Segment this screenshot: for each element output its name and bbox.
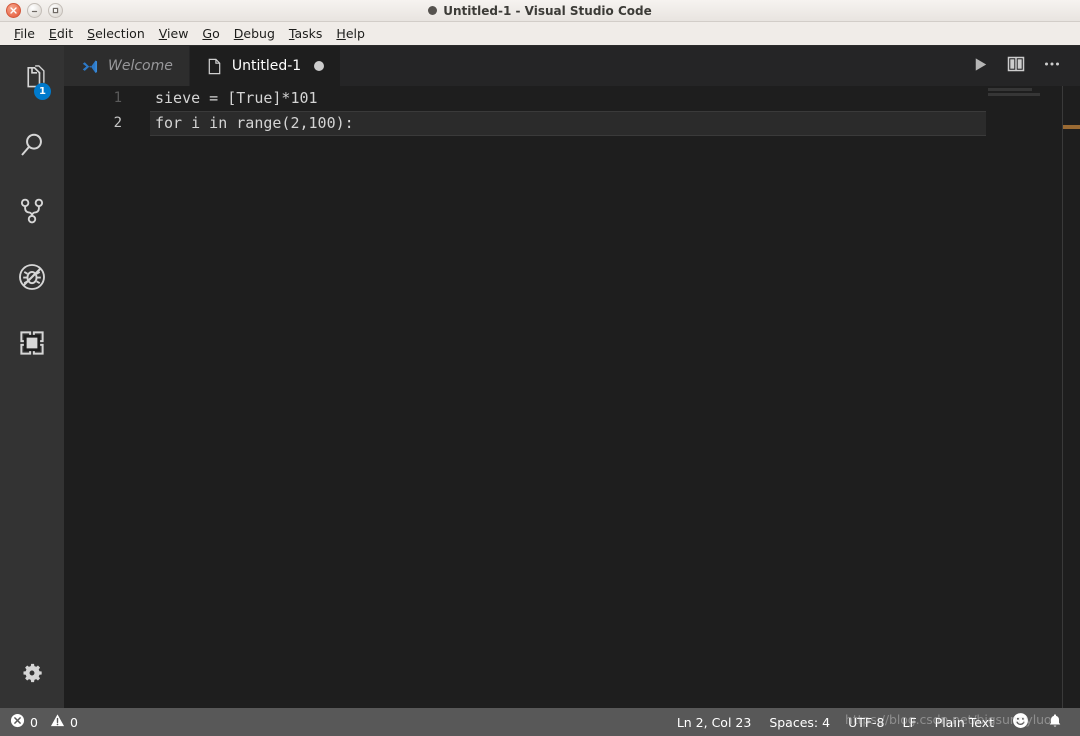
vscode-window: Untitled-1 - Visual Studio Code File Edi… xyxy=(0,0,1080,736)
split-editor-button[interactable] xyxy=(1002,52,1030,80)
overview-ruler[interactable] xyxy=(1062,86,1080,708)
language-mode-status[interactable]: Plain Text xyxy=(926,708,1003,736)
activitybar: 1 xyxy=(0,46,64,708)
bell-icon xyxy=(1047,713,1063,732)
editor-group: Welcome Untitled-1 xyxy=(64,46,1080,708)
source-control-icon xyxy=(17,196,47,226)
window-title: Untitled-1 - Visual Studio Code xyxy=(0,4,1080,18)
line-number: 2 xyxy=(64,111,122,136)
minimap[interactable] xyxy=(986,86,1062,708)
search-icon xyxy=(16,129,48,161)
activitybar-item-explorer[interactable]: 1 xyxy=(0,46,64,112)
tabbar: Welcome Untitled-1 xyxy=(64,46,1080,86)
tab-dirty-indicator-icon[interactable] xyxy=(314,61,324,71)
cursor-position-status[interactable]: Ln 2, Col 23 xyxy=(668,708,761,736)
minimize-button[interactable] xyxy=(27,3,42,18)
menu-selection[interactable]: Selection xyxy=(80,24,152,43)
error-count: 0 xyxy=(30,715,38,730)
maximize-button[interactable] xyxy=(48,3,63,18)
activitybar-item-search[interactable] xyxy=(0,112,64,178)
activitybar-item-source-control[interactable] xyxy=(0,178,64,244)
titlebar: Untitled-1 - Visual Studio Code xyxy=(0,0,1080,22)
activitybar-item-extensions[interactable] xyxy=(0,310,64,376)
debug-icon xyxy=(16,261,48,293)
code-editor[interactable]: 1 sieve = [True]*101 2 for i in range(2,… xyxy=(64,86,1080,708)
window-controls xyxy=(0,3,63,18)
menu-tasks[interactable]: Tasks xyxy=(282,24,330,43)
menu-edit[interactable]: Edit xyxy=(42,24,80,43)
line-text: for i in range(2,100): xyxy=(155,111,354,136)
file-icon xyxy=(206,57,223,76)
code-line-row[interactable]: 1 sieve = [True]*101 xyxy=(64,86,1080,111)
encoding-status[interactable]: UTF-8 xyxy=(839,708,893,736)
extensions-icon xyxy=(17,328,47,358)
tab-welcome[interactable]: Welcome xyxy=(64,46,190,86)
menu-debug[interactable]: Debug xyxy=(227,24,282,43)
close-button[interactable] xyxy=(6,3,21,18)
minimap-line xyxy=(988,93,1040,96)
unsaved-indicator-icon xyxy=(428,6,437,15)
vscode-logo-icon xyxy=(80,57,99,76)
indentation-status[interactable]: Spaces: 4 xyxy=(760,708,839,736)
tab-label: Untitled-1 xyxy=(232,58,301,74)
overview-ruler-mark xyxy=(1063,125,1080,129)
error-icon xyxy=(10,713,25,731)
gear-icon xyxy=(18,659,46,687)
feedback-button[interactable] xyxy=(1003,708,1038,736)
notifications-button[interactable] xyxy=(1038,708,1072,736)
code-lines: 1 sieve = [True]*101 2 for i in range(2,… xyxy=(64,86,1080,708)
menu-go[interactable]: Go xyxy=(195,24,226,43)
ellipsis-icon xyxy=(1042,54,1062,78)
activitybar-item-manage[interactable] xyxy=(0,638,64,708)
statusbar-left: 0 0 xyxy=(0,713,78,731)
play-icon xyxy=(971,55,990,78)
editor-actions xyxy=(958,46,1080,86)
statusbar: 0 0 Ln 2, Col 23 Spaces: 4 UTF-8 LF Plai… xyxy=(0,708,1080,736)
statusbar-right: Ln 2, Col 23 Spaces: 4 UTF-8 LF Plain Te… xyxy=(668,708,1080,736)
explorer-badge: 1 xyxy=(34,83,51,100)
warning-icon xyxy=(50,713,65,731)
window-title-text: Untitled-1 - Visual Studio Code xyxy=(443,4,651,18)
menu-file[interactable]: File xyxy=(7,24,42,43)
eol-status[interactable]: LF xyxy=(894,708,926,736)
problems-status[interactable]: 0 0 xyxy=(10,713,78,731)
line-number: 1 xyxy=(64,86,122,111)
tab-label: Welcome xyxy=(108,58,173,74)
menu-help[interactable]: Help xyxy=(329,24,372,43)
more-actions-button[interactable] xyxy=(1038,52,1066,80)
menubar: File Edit Selection View Go Debug Tasks … xyxy=(0,22,1080,46)
warning-count: 0 xyxy=(70,715,78,730)
activitybar-item-debug[interactable] xyxy=(0,244,64,310)
tab-untitled-1[interactable]: Untitled-1 xyxy=(190,46,341,86)
line-text: sieve = [True]*101 xyxy=(155,86,318,111)
run-button[interactable] xyxy=(966,52,994,80)
smiley-icon xyxy=(1012,712,1029,732)
minimap-line xyxy=(988,88,1032,91)
menu-view[interactable]: View xyxy=(152,24,196,43)
code-line-row[interactable]: 2 for i in range(2,100): xyxy=(64,111,1080,136)
split-editor-icon xyxy=(1006,54,1026,78)
tabbar-empty-space xyxy=(341,46,958,86)
